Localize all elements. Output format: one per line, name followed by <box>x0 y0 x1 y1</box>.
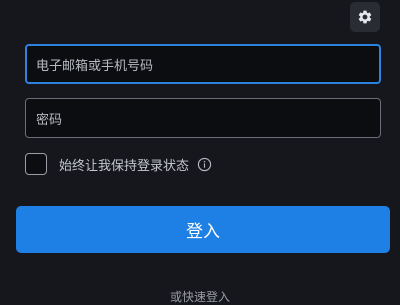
remember-me-row: 始终让我保持登录状态 <box>25 152 212 176</box>
login-button-label: 登入 <box>186 222 220 242</box>
remember-me-checkbox[interactable] <box>25 153 47 175</box>
settings-button[interactable] <box>350 2 380 32</box>
remember-me-label[interactable]: 始终让我保持登录状态 <box>59 155 189 174</box>
email-placeholder: 电子邮箱或手机号码 <box>36 58 154 74</box>
alt-login-text: 或快速登入 <box>169 290 230 304</box>
login-button[interactable]: 登入 <box>16 206 390 253</box>
gear-icon <box>357 9 373 25</box>
info-icon[interactable] <box>197 157 212 172</box>
password-placeholder: 密码 <box>36 112 63 128</box>
password-field[interactable]: 密码 <box>25 98 381 138</box>
email-field[interactable]: 电子邮箱或手机号码 <box>25 44 381 84</box>
